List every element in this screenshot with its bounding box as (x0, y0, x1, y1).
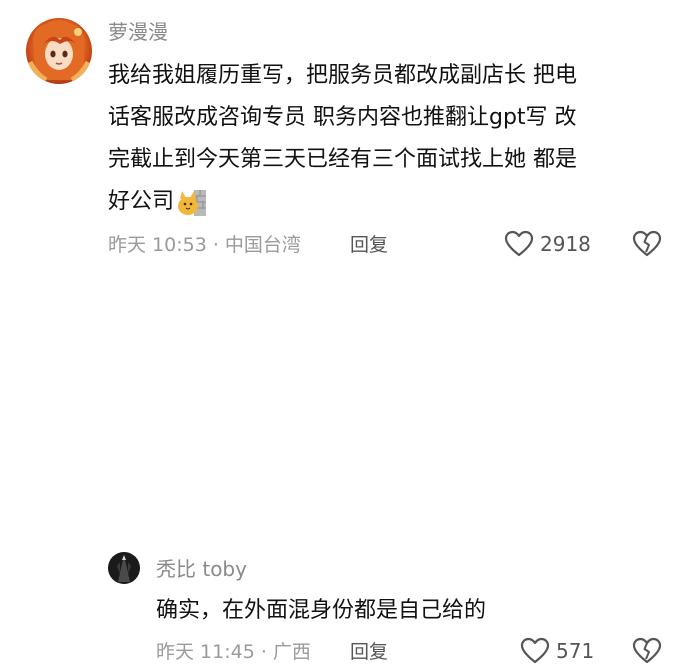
broken-heart-icon (632, 230, 662, 257)
username[interactable]: 萝漫漫 (108, 19, 168, 45)
broken-heart-icon (632, 637, 662, 664)
comment-text-segment: 好公司 (108, 189, 175, 214)
like-count: 2918 (540, 232, 591, 256)
comment-text-line: 我给我姐履历重写，把服务员都改成副店长 把电 (108, 63, 577, 88)
anime-avatar-icon (26, 18, 92, 84)
cat-on-wall-emoji (178, 190, 207, 216)
dislike-button[interactable] (632, 637, 662, 669)
comment-text-line: 完截止到今天第三天已经有三个面试找上她 都是 (108, 147, 577, 172)
comment-item: 萝漫漫 我给我姐履历重写，把服务员都改成副店长 把电 话客服改成咨询专员 职务内… (0, 0, 690, 270)
reply-comment-item: 秃比 toby 确实，在外面混身份都是自己给的 昨天 11:45 · 广西 回复… (0, 270, 690, 664)
username[interactable]: 秃比 toby (156, 556, 247, 582)
dark-avatar-icon (108, 552, 140, 584)
reply-button[interactable]: 回复 (350, 639, 388, 665)
heart-icon (520, 637, 550, 664)
comment-meta: 昨天 10:53 · 中国台湾 (108, 234, 301, 256)
like-button[interactable]: 571 (520, 637, 594, 665)
reply-button[interactable]: 回复 (350, 232, 388, 258)
dislike-button[interactable] (632, 230, 662, 262)
comment-text-line: 好公司 (108, 181, 673, 223)
user-avatar[interactable] (26, 18, 92, 84)
user-avatar[interactable] (108, 552, 140, 584)
like-count: 571 (556, 639, 595, 663)
comment-text: 确实，在外面混身份都是自己给的 (156, 590, 656, 632)
comment-meta: 昨天 11:45 · 广西 (156, 641, 311, 663)
comment-text-line: 话客服改成咨询专员 职务内容也推翻让gpt写 改 (108, 105, 577, 130)
comment-text: 我给我姐履历重写，把服务员都改成副店长 把电 话客服改成咨询专员 职务内容也推翻… (108, 55, 673, 223)
like-button[interactable]: 2918 (504, 230, 591, 258)
comment-text-line: 确实，在外面混身份都是自己给的 (156, 598, 487, 623)
heart-icon (504, 230, 534, 257)
